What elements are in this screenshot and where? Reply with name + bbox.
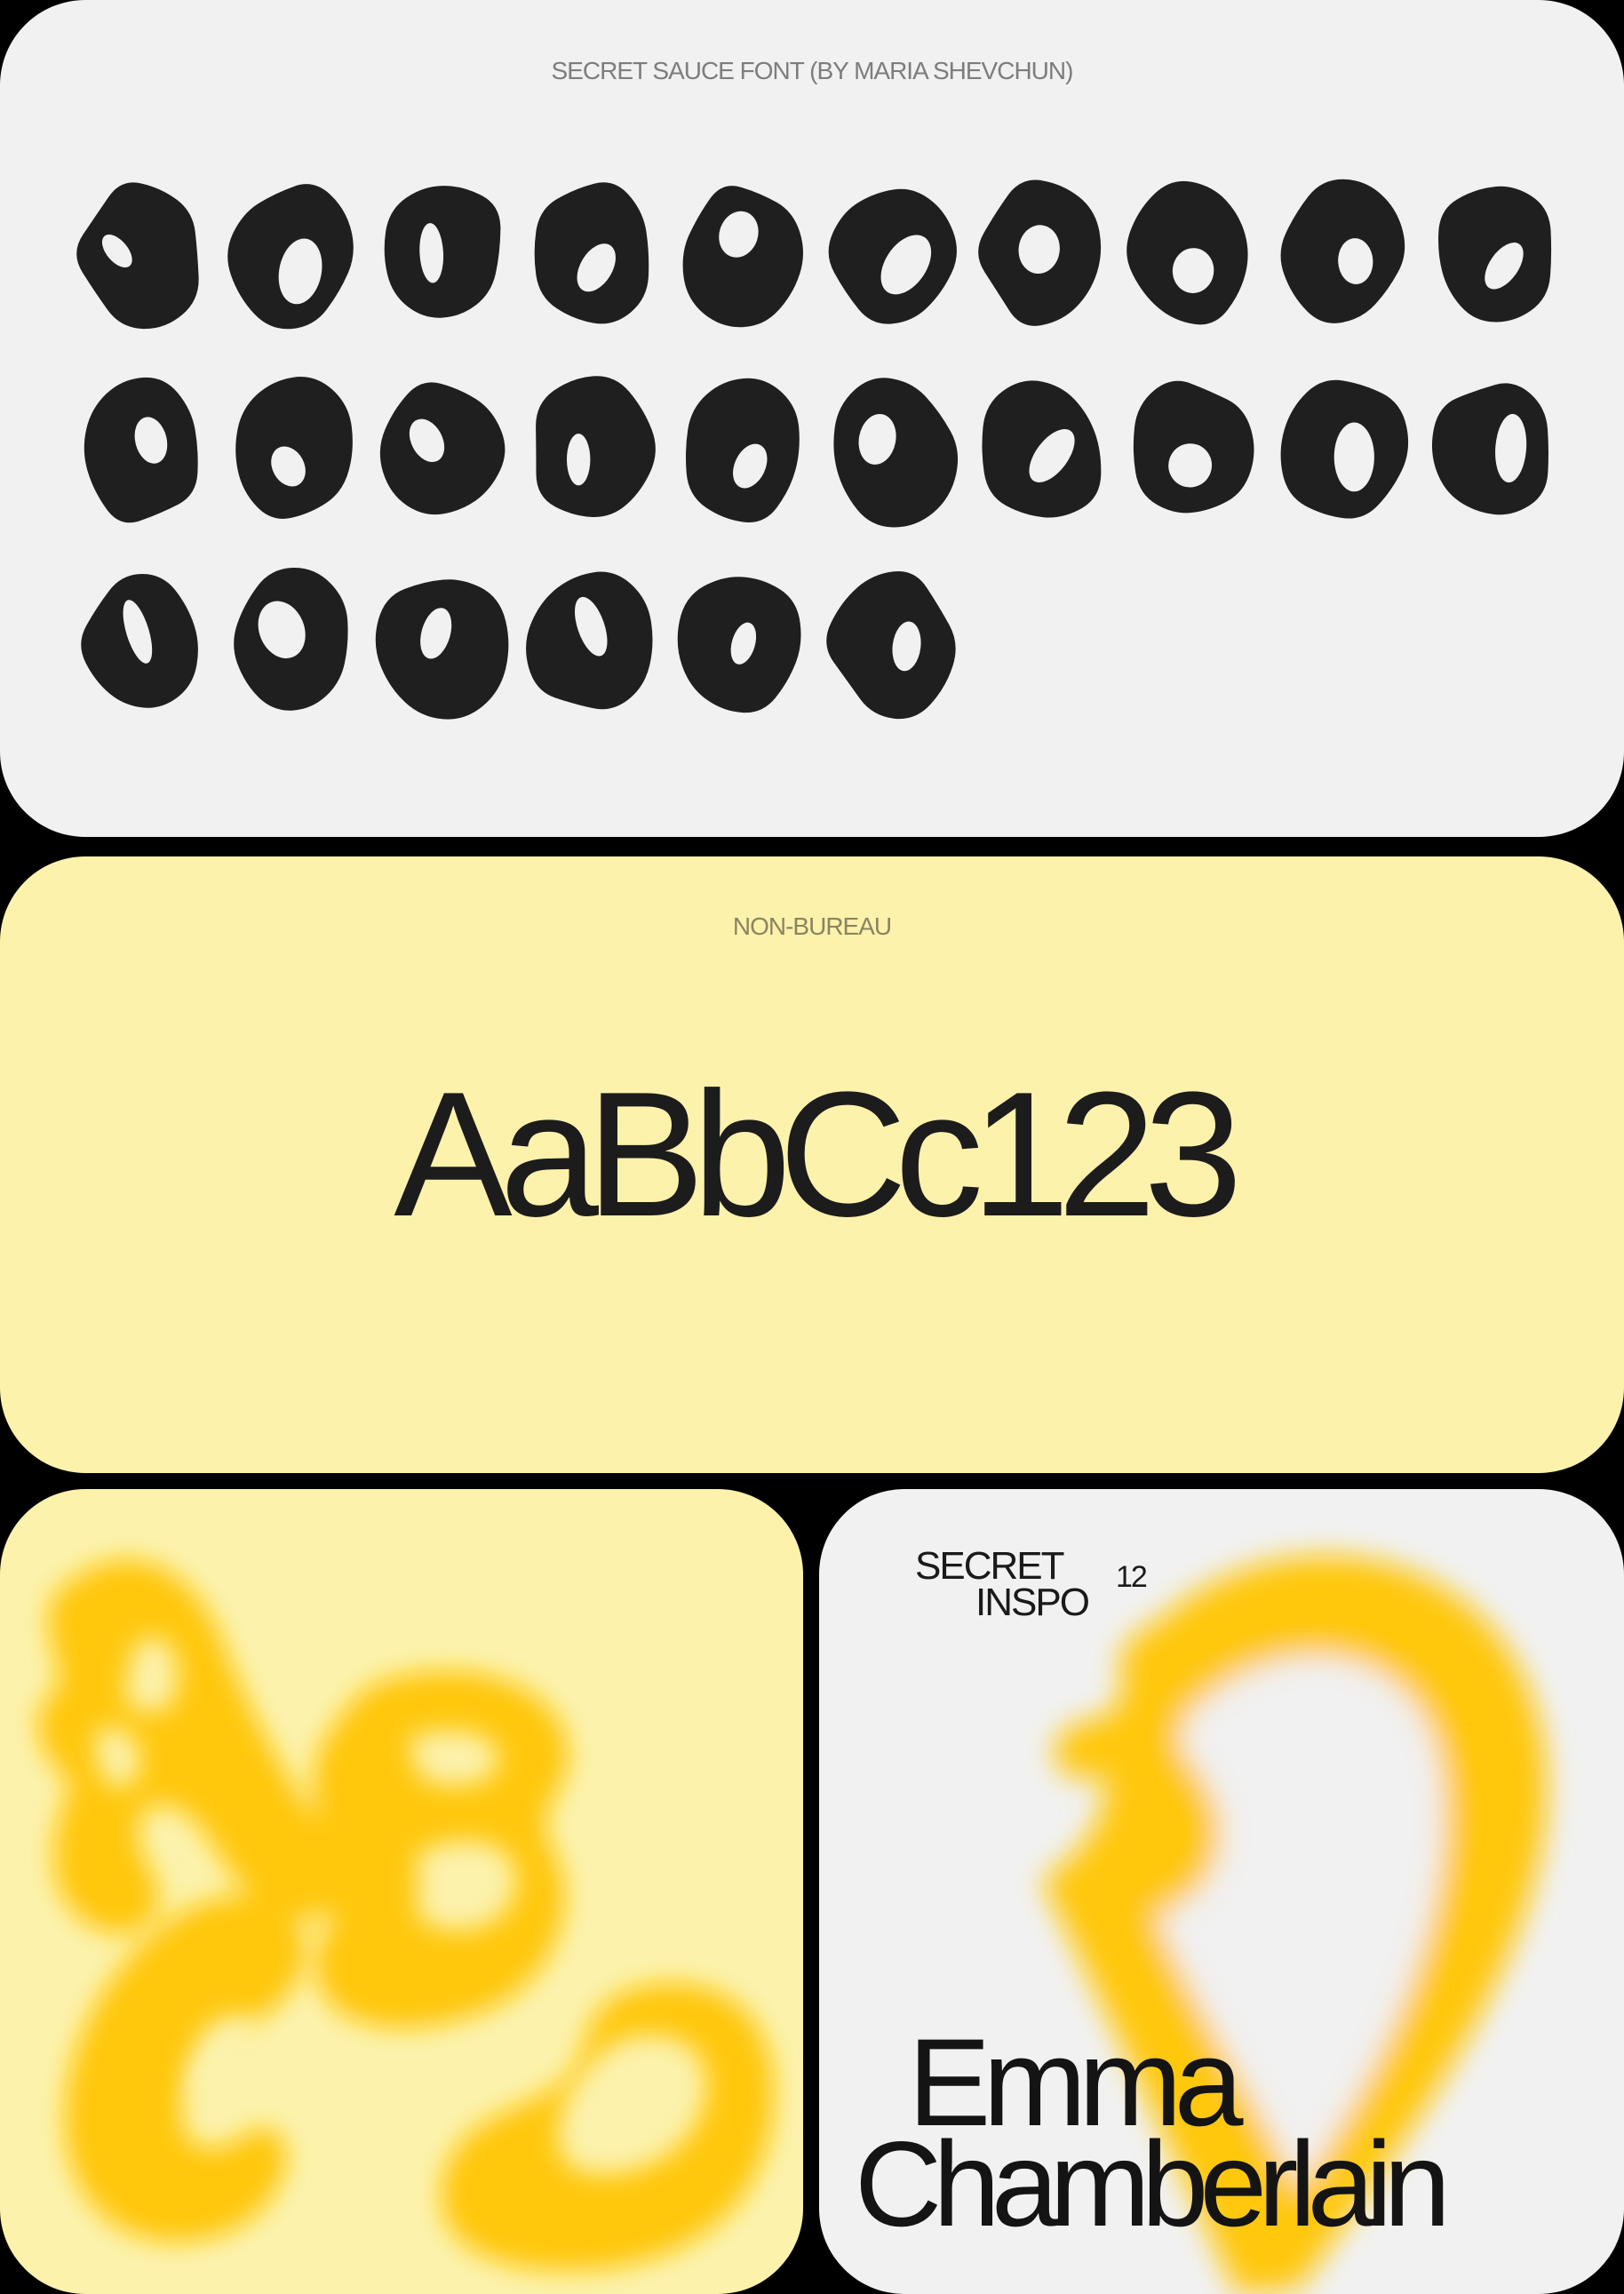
poster-name-last: Chamberlain: [855, 2116, 1451, 2251]
glyph-p: [833, 378, 959, 528]
glyph-k: [84, 377, 198, 523]
bubble-alphabet: [76, 179, 1552, 720]
glyph-n: [536, 376, 656, 518]
glyph-f: [828, 188, 957, 324]
glyph-a: [76, 182, 199, 330]
blurred-letters-art: [37, 1559, 775, 2271]
glyph-x: [526, 571, 653, 710]
glyph-q: [982, 380, 1102, 518]
glyph-g: [978, 179, 1102, 326]
poster-panel: SECRET INSPO 12 Emma Chamberlain: [819, 1489, 1624, 2294]
glyph-z: [826, 570, 956, 720]
glyph-e: [682, 186, 804, 328]
type-sample-panel: NON-BUREAU AaBbCc123: [0, 856, 1624, 1473]
poster-issue-number: 12: [1116, 1560, 1148, 1594]
glyph-r: [1133, 380, 1254, 514]
poster-title-line2: INSPO: [975, 1581, 1090, 1624]
type-sample-caption: NON-BUREAU: [732, 912, 892, 940]
glyph-i: [1280, 179, 1405, 323]
glyph-y: [677, 577, 801, 713]
blob-letter-a: [37, 1559, 351, 1934]
glyph-o: [685, 378, 800, 523]
glyph-l: [235, 377, 353, 519]
glyph-j: [1438, 186, 1552, 323]
glyph-w: [375, 579, 509, 720]
glyph-u: [81, 573, 198, 708]
blob-letter-c: [64, 1895, 306, 2242]
glyph-c: [384, 186, 501, 318]
glyph-d: [534, 182, 649, 324]
blob-letters-panel: [0, 1489, 803, 2294]
glyph-b: [227, 184, 354, 330]
font-specimen-panel: SECRET SAUCE FONT (BY MARIA SHEVCHUN): [0, 0, 1624, 837]
glyph-s: [1280, 379, 1409, 519]
glyph-m: [379, 382, 506, 515]
type-sample-text: AaBbCc123: [394, 1055, 1242, 1254]
glyph-v: [234, 567, 348, 711]
glyph-h: [1126, 180, 1248, 325]
glyph-t: [1431, 383, 1548, 515]
